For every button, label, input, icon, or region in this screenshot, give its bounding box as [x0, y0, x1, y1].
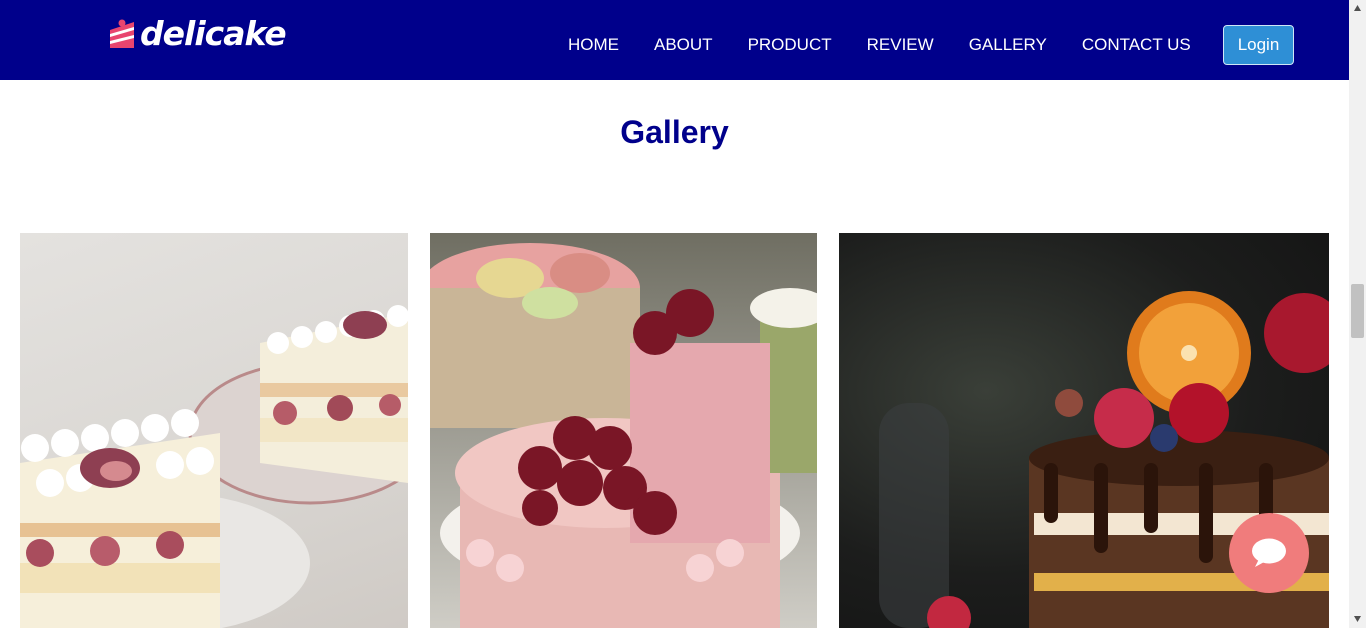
- gallery-image-fig-cake[interactable]: [20, 233, 408, 628]
- chat-bubble-icon: [1252, 538, 1286, 567]
- nav-product[interactable]: PRODUCT: [748, 25, 832, 64]
- nav-home[interactable]: HOME: [568, 25, 619, 64]
- nav-review[interactable]: REVIEW: [867, 25, 934, 64]
- nav-about[interactable]: ABOUT: [654, 25, 713, 64]
- gallery-image-strawberry-cake[interactable]: [430, 233, 817, 628]
- nav-gallery[interactable]: GALLERY: [969, 25, 1047, 64]
- navbar: delicake HOME ABOUT PRODUCT REVIEW GALLE…: [0, 0, 1349, 80]
- cake-slice-icon: [110, 19, 134, 48]
- brand-name: delicake: [140, 14, 287, 53]
- page-title: Gallery: [620, 114, 729, 150]
- scroll-up-arrow-icon[interactable]: [1353, 4, 1362, 13]
- strawberry-cake-illustration: [430, 243, 817, 628]
- chat-button[interactable]: [1229, 513, 1309, 593]
- nav-contact-us[interactable]: CONTACT US: [1082, 25, 1191, 64]
- scroll-down-arrow-icon[interactable]: [1353, 614, 1362, 623]
- main-nav: HOME ABOUT PRODUCT REVIEW GALLERY CONTAC…: [568, 25, 1226, 64]
- fig-cake-illustration: [20, 305, 408, 628]
- login-button[interactable]: Login: [1223, 25, 1294, 65]
- scrollbar-thumb[interactable]: [1351, 284, 1364, 338]
- brand-logo[interactable]: delicake: [108, 14, 287, 54]
